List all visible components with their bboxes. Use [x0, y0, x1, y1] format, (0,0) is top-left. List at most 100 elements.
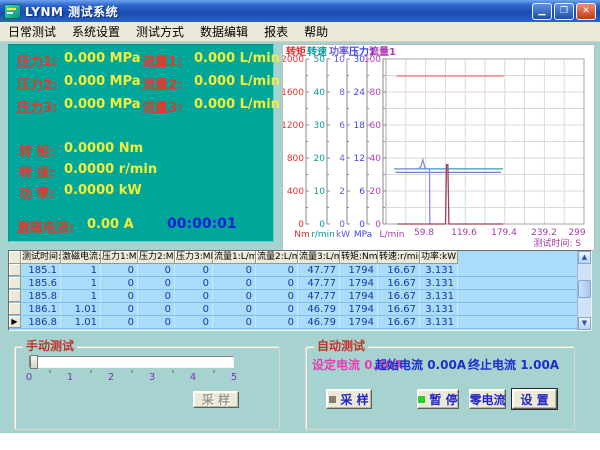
- rotation-row-label: 转 矩:: [19, 141, 55, 160]
- manual-sample-button[interactable]: 采 样: [193, 391, 239, 408]
- menu-item-2[interactable]: 系统设置: [64, 22, 128, 41]
- row-selector[interactable]: [9, 264, 21, 276]
- excitation-value: 0.00 A: [87, 217, 134, 232]
- svg-text:测试时间: S: 测试时间: S: [533, 237, 581, 249]
- slider-tick-label: 0: [26, 372, 32, 383]
- slider-thumb[interactable]: [30, 355, 38, 369]
- table-cell: 1794: [340, 290, 378, 302]
- column-header[interactable]: 功率:kW: [420, 251, 458, 264]
- app-window: LYNM 测试系统 ▁ ❐ ✕ 日常测试系统设置测试方式数据编辑报表帮助 激磁电…: [0, 0, 600, 433]
- column-header[interactable]: 测试时间:S: [21, 251, 61, 264]
- table-cell: 16.67: [378, 290, 420, 302]
- table-cell: 185.8: [21, 290, 61, 302]
- minimize-button[interactable]: ▁: [532, 3, 552, 20]
- slider-minor-tick: [172, 370, 173, 373]
- table-cell: 1: [61, 264, 101, 276]
- table-cell: 3.131: [420, 264, 458, 276]
- row-selector[interactable]: [9, 277, 21, 289]
- rotation-row-label: 转 速:: [19, 162, 55, 181]
- auto-sample-button[interactable]: 采 样: [326, 389, 372, 409]
- svg-text:60: 60: [370, 121, 382, 131]
- table-cell: 16.67: [378, 277, 420, 289]
- readout-panel: 激磁电流: 0.00 A 00:00:01 压力1:0.000 MPa流量1:0…: [8, 44, 274, 242]
- slider-minor-tick: [213, 370, 214, 373]
- menu-item-3[interactable]: 测试方式: [128, 22, 192, 41]
- row-selector[interactable]: [9, 290, 21, 302]
- menu-item-4[interactable]: 数据编辑: [192, 22, 256, 41]
- table-row[interactable]: ▶186.81.010000046.79179416.673.131: [9, 316, 577, 329]
- pressure3-label: 压力3:: [17, 97, 57, 116]
- svg-text:800: 800: [287, 154, 304, 164]
- scroll-up-icon[interactable]: ▲: [578, 251, 591, 264]
- table-cell: 0: [213, 277, 256, 289]
- column-header[interactable]: 压力1:MPa: [101, 251, 138, 264]
- table-cell: 1794: [340, 277, 378, 289]
- column-header[interactable]: 激磁电流:A: [61, 251, 101, 264]
- set-current-label: 设定电流: [312, 358, 360, 372]
- svg-text:59.8: 59.8: [414, 228, 434, 238]
- desktop-background: [0, 433, 600, 450]
- pressure2-label: 压力2:: [17, 74, 57, 93]
- table-scrollbar[interactable]: ▲ ▼: [577, 251, 591, 330]
- table-cell: 0: [213, 316, 256, 328]
- column-header[interactable]: 压力2:MPa: [138, 251, 175, 264]
- table-row[interactable]: 185.810000047.77179416.673.131: [9, 290, 577, 303]
- column-header[interactable]: 转矩:Nm: [340, 251, 378, 264]
- svg-text:18: 18: [354, 121, 366, 131]
- table-row[interactable]: 185.610000047.77179416.673.131: [9, 277, 577, 290]
- menu-item-5[interactable]: 报表: [256, 22, 296, 41]
- start-current-value: 0.00A: [427, 358, 466, 372]
- excitation-label: 激磁电流:: [17, 217, 74, 236]
- table-cell: 0: [101, 316, 138, 328]
- column-header[interactable]: 流量3:L/min: [298, 251, 340, 264]
- pressure1-value: 0.000 MPa: [64, 51, 141, 66]
- app-icon: [4, 4, 21, 19]
- zero-current-button[interactable]: 零电流: [469, 389, 506, 409]
- scroll-thumb[interactable]: [578, 280, 591, 298]
- svg-text:0: 0: [359, 220, 365, 230]
- scroll-down-icon[interactable]: ▼: [578, 317, 591, 330]
- manual-test-title: 手动测试: [23, 339, 77, 353]
- row-selector[interactable]: ▶: [9, 316, 21, 328]
- settings-button[interactable]: 设 置: [512, 389, 557, 409]
- column-header[interactable]: 流量2:L/min: [256, 251, 298, 264]
- table-cell: 47.77: [298, 277, 340, 289]
- window-title: LYNM 测试系统: [25, 3, 118, 20]
- column-header[interactable]: 转速:r/min: [378, 251, 420, 264]
- table-cell: 0: [256, 290, 298, 302]
- pause-button[interactable]: 暂 停: [417, 389, 459, 409]
- table-cell: 0: [138, 316, 175, 328]
- menu-item-1[interactable]: 日常测试: [0, 22, 64, 41]
- table-cell: 0: [175, 277, 213, 289]
- close-button[interactable]: ✕: [576, 3, 596, 20]
- flow2-label: 流量2:: [142, 74, 182, 93]
- svg-text:20: 20: [370, 187, 382, 197]
- auto-test-group: 自动测试 设定电流 0.00A 起始电流 0.00A 终止电流 1.00A 采 …: [305, 346, 575, 430]
- column-header[interactable]: 压力3:MPa: [175, 251, 213, 264]
- svg-text:0: 0: [319, 220, 325, 230]
- svg-text:400: 400: [287, 187, 304, 197]
- slider-tick-label: 2: [108, 372, 114, 383]
- menu-item-6[interactable]: 帮助: [296, 22, 336, 41]
- rotation-row-value: 0.0000 Nm: [64, 141, 143, 156]
- table-row[interactable]: 186.11.010000046.79179416.673.131: [9, 303, 577, 316]
- column-header[interactable]: 流量1:L/min: [213, 251, 256, 264]
- table-cell: 1.01: [61, 316, 101, 328]
- table-row[interactable]: 185.110000047.77179416.673.131: [9, 264, 577, 277]
- flow3-value: 0.000 L/min: [194, 97, 280, 112]
- svg-text:6: 6: [339, 121, 345, 131]
- current-slider[interactable]: [29, 356, 234, 368]
- table-cell: 0: [138, 303, 175, 315]
- svg-text:40: 40: [314, 88, 326, 98]
- chart-svg: 转矩2000160012008004000Nm转速50403020100r/mi…: [283, 45, 594, 250]
- svg-text:24: 24: [354, 88, 366, 98]
- svg-text:179.4: 179.4: [491, 228, 517, 238]
- end-current-label: 终止电流: [468, 358, 516, 372]
- svg-text:10: 10: [314, 187, 326, 197]
- table-cell: 1794: [340, 316, 378, 328]
- row-selector[interactable]: [9, 303, 21, 315]
- table-cell: 0: [101, 277, 138, 289]
- restore-button[interactable]: ❐: [554, 3, 574, 20]
- svg-text:r/min: r/min: [311, 230, 335, 240]
- slider-ticks: 012345: [29, 370, 234, 386]
